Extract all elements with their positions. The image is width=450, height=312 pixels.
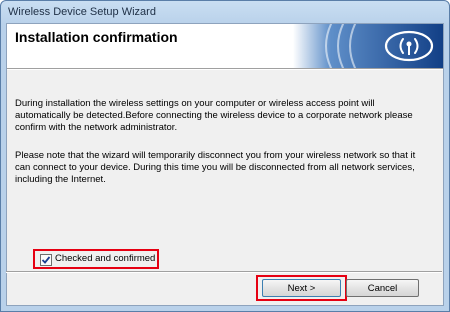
confirm-checkbox-highlight: Checked and confirmed bbox=[33, 249, 159, 269]
confirm-checkbox[interactable] bbox=[40, 254, 52, 266]
cancel-button[interactable]: Cancel bbox=[346, 279, 419, 297]
header-divider bbox=[7, 68, 443, 70]
header-banner: Installation confirmation bbox=[7, 24, 443, 68]
wizard-window: Wireless Device Setup Wizard Installatio… bbox=[0, 0, 450, 312]
window-title: Wireless Device Setup Wizard bbox=[8, 6, 156, 18]
checkmark-icon bbox=[41, 256, 51, 264]
detection-notice: During installation the wireless setting… bbox=[15, 98, 413, 133]
disconnect-warning: Please note that the wizard will tempora… bbox=[15, 150, 416, 185]
page-title: Installation confirmation bbox=[15, 29, 178, 45]
confirm-checkbox-label[interactable]: Checked and confirmed bbox=[55, 253, 155, 264]
next-button[interactable]: Next > bbox=[262, 279, 341, 297]
title-bar[interactable]: Wireless Device Setup Wizard bbox=[1, 1, 449, 23]
footer-divider bbox=[6, 271, 442, 273]
wireless-signal-icon bbox=[293, 24, 443, 68]
